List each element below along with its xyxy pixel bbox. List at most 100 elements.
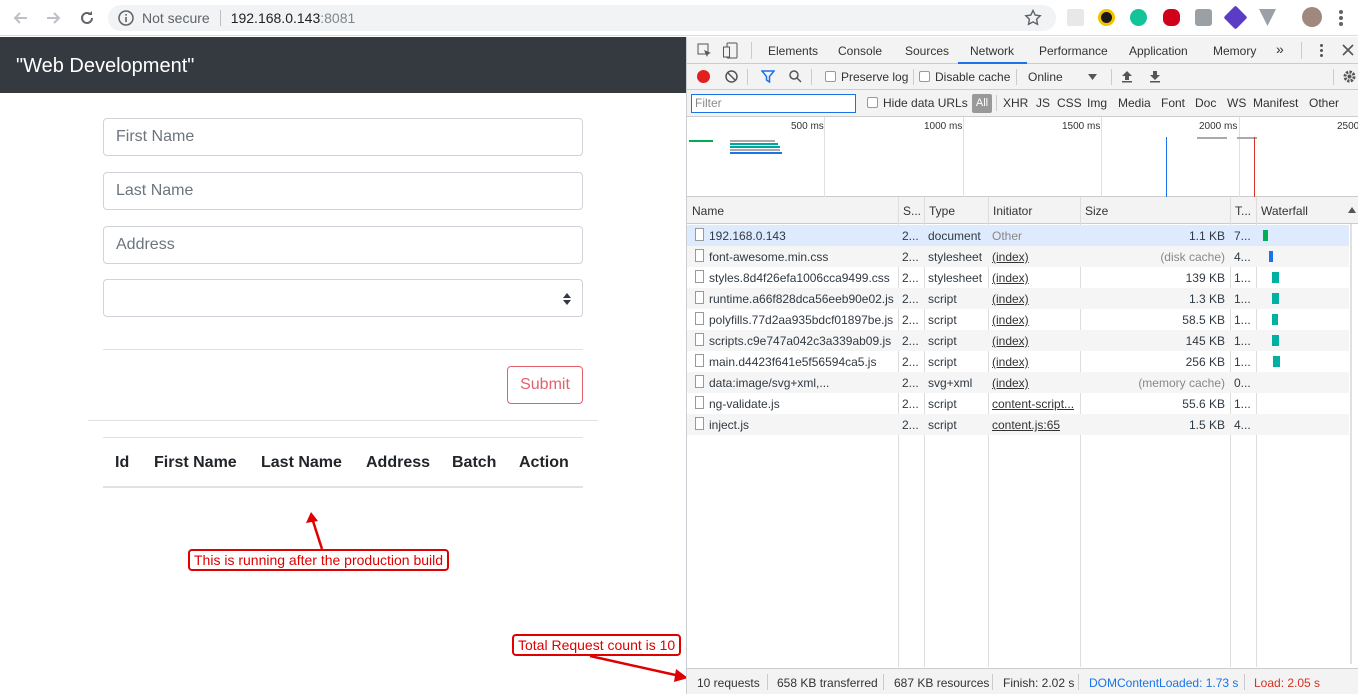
reload-button[interactable] [75,6,99,30]
extension-cube-icon[interactable] [1223,5,1248,30]
filter-js[interactable]: JS [1036,96,1050,110]
request-initiator[interactable]: (index) [992,313,1078,327]
request-row[interactable]: runtime.a66f828dca56eeb90e02.js 2... scrip… [687,288,1349,309]
request-row[interactable]: polyfills.77d2aa935bdcf01897be.js 2... scr… [687,309,1349,330]
filter-all[interactable]: All [972,94,992,113]
search-icon[interactable] [789,70,802,83]
tab-sources[interactable]: Sources [905,44,949,58]
request-row[interactable]: font-awesome.min.css 2... stylesheet (index… [687,246,1349,267]
filter-doc[interactable]: Doc [1195,96,1216,110]
request-name: font-awesome.min.css [709,250,829,264]
filter-xhr[interactable]: XHR [1003,96,1028,110]
settings-gear-icon[interactable] [1342,69,1357,84]
waterfall-bar [1269,251,1273,262]
record-icon[interactable] [697,70,710,83]
throttling-select[interactable]: Online [1028,70,1063,84]
column-status[interactable]: S... [903,204,921,218]
bookmark-star-icon[interactable] [1024,9,1042,27]
request-row[interactable]: 192.168.0.143 2... document Other 1.1 KB 7... [687,225,1349,246]
request-initiator[interactable]: content-script... [992,397,1078,411]
preserve-log-checkbox[interactable]: Preserve log [825,70,908,84]
extension-v-icon[interactable] [1259,9,1276,26]
toolbar-divider [747,69,748,85]
back-button[interactable] [9,6,33,30]
request-status: 2... [902,313,919,327]
request-row[interactable]: inject.js 2... script content.js:65 1.5 KB 4.… [687,414,1349,435]
device-toolbar-icon[interactable] [723,42,738,59]
request-row[interactable]: data:image/svg+xml,... 2... svg+xml (index)… [687,372,1349,393]
camera-icon[interactable] [1195,9,1212,26]
column-type[interactable]: Type [929,204,955,218]
tab-network[interactable]: Network [970,44,1014,58]
submit-button[interactable]: Submit [507,366,583,404]
first-name-input[interactable]: First Name [103,118,583,156]
clear-icon[interactable] [725,70,738,83]
timeline-tick: 1000 ms [924,121,963,132]
close-devtools-icon[interactable] [1342,44,1354,56]
status-divider [1078,674,1079,690]
checkbox-icon [825,71,836,82]
inspect-element-icon[interactable] [697,43,712,58]
filter-img[interactable]: Img [1087,96,1107,110]
request-initiator[interactable]: (index) [992,271,1078,285]
more-tabs-button[interactable]: » [1276,41,1284,57]
column-time[interactable]: T... [1235,204,1251,218]
grammarly-icon[interactable] [1130,9,1147,26]
tab-performance[interactable]: Performance [1039,44,1108,58]
filter-icon[interactable] [761,70,775,83]
request-size: (memory cache) [1138,376,1225,390]
address-input[interactable]: Address [103,226,583,264]
tab-memory[interactable]: Memory [1213,44,1256,58]
column-name[interactable]: Name [692,204,724,218]
overview-bar [730,143,778,145]
column-size[interactable]: Size [1085,204,1108,218]
filter-other[interactable]: Other [1309,96,1339,110]
file-icon [695,333,704,346]
menu-kebab-icon[interactable] [1339,10,1343,26]
reload-icon [81,11,93,24]
filter-manifest[interactable]: Manifest [1253,96,1298,110]
table-scrollbar[interactable] [1350,224,1352,664]
profile-avatar[interactable] [1302,7,1322,27]
filter-ws[interactable]: WS [1227,96,1246,110]
request-initiator[interactable]: content.js:65 [992,418,1078,432]
hide-data-urls-checkbox[interactable]: Hide data URLs [867,96,968,110]
forward-button[interactable] [41,6,65,30]
network-overview-timeline[interactable]: 500 ms 1000 ms 1500 ms 2000 ms 2500 [687,117,1358,197]
filter-input[interactable]: Filter [691,94,856,113]
tab-application[interactable]: Application [1129,44,1188,58]
address-bar[interactable]: Not secure 192.168.0.143:8081 [108,5,1056,31]
filter-font[interactable]: Font [1161,96,1185,110]
disable-cache-checkbox[interactable]: Disable cache [919,70,1010,84]
batch-select[interactable] [103,279,583,317]
request-initiator[interactable]: (index) [992,376,1078,390]
request-initiator[interactable]: (index) [992,334,1078,348]
network-filter-bar: Filter Hide data URLs All XHR JS CSS Img… [687,90,1358,117]
request-initiator[interactable]: (index) [992,292,1078,306]
request-status: 2... [902,418,919,432]
last-name-input[interactable]: Last Name [103,172,583,210]
production-build-callout: This is running after the production bui… [188,549,450,571]
devtools-menu-icon[interactable] [1320,44,1323,58]
request-row[interactable]: main.d4423f641e5f56594ca5.js 2... script (i… [687,351,1349,372]
info-icon[interactable] [118,10,134,26]
request-initiator[interactable]: (index) [992,355,1078,369]
request-initiator[interactable]: (index) [992,250,1078,264]
filter-css[interactable]: CSS [1057,96,1082,110]
extension-moon-icon[interactable] [1098,9,1115,26]
export-har-icon[interactable] [1149,70,1161,83]
toolbar-divider [811,69,812,85]
adblock-icon[interactable] [1163,9,1180,26]
import-har-icon[interactable] [1121,70,1133,83]
column-waterfall[interactable]: Waterfall [1261,204,1308,218]
request-row[interactable]: scripts.c9e747a042c3a339ab09.js 2... scrip… [687,330,1349,351]
column-initiator[interactable]: Initiator [993,204,1032,218]
filter-media[interactable]: Media [1118,96,1151,110]
app-title: "Web Development" [16,55,195,77]
tab-elements[interactable]: Elements [768,44,818,58]
hide-data-urls-label: Hide data URLs [883,96,968,110]
request-row[interactable]: styles.8d4f26efa1006cca9499.css 2... style… [687,267,1349,288]
extension-grid-icon[interactable] [1067,9,1084,26]
tab-console[interactable]: Console [838,44,882,58]
request-row[interactable]: ng-validate.js 2... script content-script..… [687,393,1349,414]
